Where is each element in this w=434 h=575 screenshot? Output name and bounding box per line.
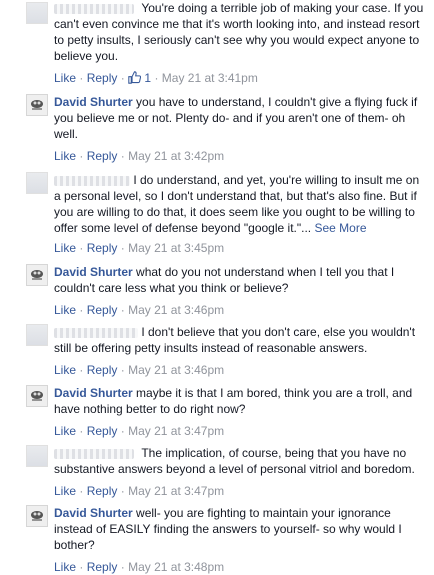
timestamp[interactable]: May 21 at 3:46pm xyxy=(128,303,224,317)
user-avatar[interactable] xyxy=(26,324,48,346)
user-avatar[interactable] xyxy=(26,94,48,116)
comment-actions: Like · Reply · May 21 at 3:45pm xyxy=(54,241,225,255)
comment-text: The implication, of course, being that y… xyxy=(54,445,426,477)
user-avatar[interactable] xyxy=(26,445,48,467)
timestamp[interactable]: May 21 at 3:42pm xyxy=(128,149,224,163)
avatar-image xyxy=(27,265,47,285)
user-avatar[interactable] xyxy=(26,172,48,194)
like-count-value: 1 xyxy=(144,71,152,85)
avatar-image xyxy=(27,386,47,406)
user-avatar[interactable] xyxy=(26,385,48,407)
comment-actions: Like · Reply · May 21 at 3:47pm xyxy=(54,424,225,438)
like-link[interactable]: Like xyxy=(54,149,76,163)
timestamp[interactable]: May 21 at 3:47pm xyxy=(128,484,224,498)
see-more-link[interactable]: See More xyxy=(314,221,366,235)
reply-link[interactable]: Reply xyxy=(87,241,118,255)
thumbs-up-icon xyxy=(128,71,142,84)
avatar-image xyxy=(27,506,47,526)
timestamp[interactable]: May 21 at 3:47pm xyxy=(128,424,224,438)
comment-actions: Like · Reply · 1 · May 21 at 3:41pm xyxy=(54,71,258,85)
timestamp[interactable]: May 21 at 3:48pm xyxy=(128,560,224,574)
comment-text: I don't believe that you don't care, els… xyxy=(54,324,426,356)
comment-actions: Like · Reply · May 21 at 3:42pm xyxy=(54,149,225,163)
user-avatar[interactable] xyxy=(26,505,48,527)
author-link[interactable]: David Shurter xyxy=(54,386,133,400)
like-link[interactable]: Like xyxy=(54,71,76,85)
comment-text: David Shurter you have to understand, I … xyxy=(54,94,426,142)
reply-link[interactable]: Reply xyxy=(87,71,118,85)
reply-link[interactable]: Reply xyxy=(87,424,118,438)
redacted-author-name[interactable] xyxy=(54,175,130,186)
user-avatar[interactable] xyxy=(26,264,48,286)
avatar-image xyxy=(27,95,47,115)
comment-text: David Shurter well- you are fighting to … xyxy=(54,505,426,553)
reply-link[interactable]: Reply xyxy=(87,484,118,498)
timestamp[interactable]: May 21 at 3:46pm xyxy=(128,363,224,377)
redacted-author-name[interactable] xyxy=(54,3,134,14)
like-link[interactable]: Like xyxy=(54,241,76,255)
comment-text: I do understand, and yet, you're willing… xyxy=(54,172,426,236)
timestamp[interactable]: May 21 at 3:45pm xyxy=(128,241,224,255)
comment-actions: Like · Reply · May 21 at 3:46pm xyxy=(54,363,225,377)
comment-text: David Shurter what do you not understand… xyxy=(54,264,426,296)
author-link[interactable]: David Shurter xyxy=(54,506,133,520)
like-link[interactable]: Like xyxy=(54,560,76,574)
like-link[interactable]: Like xyxy=(54,424,76,438)
reply-link[interactable]: Reply xyxy=(87,149,118,163)
timestamp[interactable]: May 21 at 3:41pm xyxy=(162,71,258,85)
author-link[interactable]: David Shurter xyxy=(54,95,133,109)
comment-text: David Shurter maybe it is that I am bore… xyxy=(54,385,426,417)
author-link[interactable]: David Shurter xyxy=(54,265,133,279)
like-link[interactable]: Like xyxy=(54,303,76,317)
comment-text: You're doing a terrible job of making yo… xyxy=(54,0,426,64)
like-link[interactable]: Like xyxy=(54,484,76,498)
comment-actions: Like · Reply · May 21 at 3:46pm xyxy=(54,303,225,317)
redacted-author-name[interactable] xyxy=(54,327,138,338)
reply-link[interactable]: Reply xyxy=(87,363,118,377)
reply-link[interactable]: Reply xyxy=(87,560,118,574)
comment-actions: Like · Reply · May 21 at 3:47pm xyxy=(54,484,225,498)
comment-actions: Like · Reply · May 21 at 3:48pm xyxy=(54,560,225,574)
like-link[interactable]: Like xyxy=(54,363,76,377)
reply-link[interactable]: Reply xyxy=(87,303,118,317)
redacted-author-name[interactable] xyxy=(54,448,134,459)
user-avatar[interactable] xyxy=(26,2,48,24)
like-count[interactable]: 1 xyxy=(128,71,154,85)
